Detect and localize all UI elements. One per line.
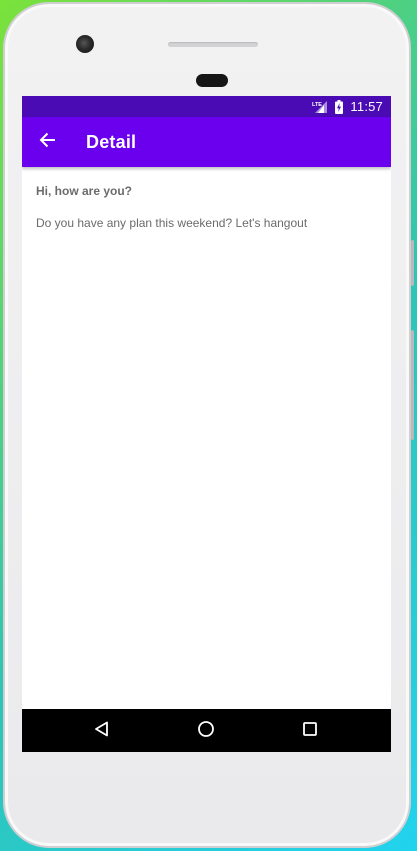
page-title: Detail <box>86 132 137 152</box>
detail-content: Hi, how are you? Do you have any plan th… <box>22 167 391 709</box>
status-bar: LTE 11:57 <box>22 96 391 117</box>
front-camera <box>76 35 94 53</box>
battery-charging-icon <box>335 99 344 114</box>
volume-button <box>411 240 414 286</box>
speaker-grille <box>168 42 258 47</box>
arrow-left-icon <box>39 131 57 154</box>
power-button <box>411 330 414 440</box>
app-bar: Detail <box>22 117 391 167</box>
earpiece <box>196 74 228 87</box>
lte-signal-icon: LTE <box>312 100 328 114</box>
status-icons: LTE 11:57 <box>312 98 383 115</box>
message-title: Hi, how are you? <box>36 184 133 198</box>
nav-back-button[interactable] <box>91 720 113 742</box>
nav-home-button[interactable] <box>195 720 217 742</box>
back-button[interactable] <box>35 129 61 155</box>
message-body: Do you have any plan this weekend? Let's… <box>36 216 308 230</box>
phone-screen: LTE 11:57 Detail Hi, how are you? Do you… <box>22 96 391 752</box>
navigation-bar <box>22 709 391 752</box>
back-triangle-icon <box>94 721 110 742</box>
recents-square-icon <box>302 721 318 742</box>
network-type-label: LTE <box>312 102 322 108</box>
home-circle-icon <box>197 720 215 743</box>
status-time: 11:57 <box>350 99 383 114</box>
nav-recents-button[interactable] <box>299 720 321 742</box>
